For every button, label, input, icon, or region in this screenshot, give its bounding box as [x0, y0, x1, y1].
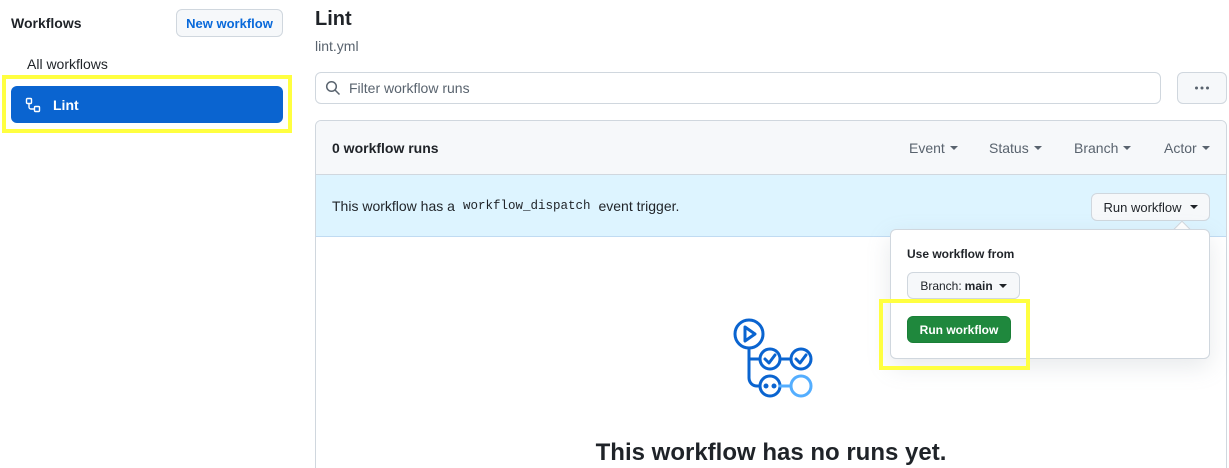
sidebar-item-lint[interactable]: Lint: [11, 86, 283, 123]
caret-down-icon: [949, 146, 958, 150]
run-workflow-dropdown-label: Run workflow: [1103, 199, 1182, 215]
banner-text: This workflow has a workflow_dispatch ev…: [332, 198, 679, 214]
caret-down-icon: [1123, 146, 1132, 150]
branch-filter[interactable]: Branch: [1074, 140, 1132, 156]
event-filter-label: Event: [909, 140, 945, 156]
page-title: Lint: [315, 8, 352, 30]
actor-filter-label: Actor: [1164, 140, 1197, 156]
branch-value: main: [964, 278, 993, 293]
caret-down-icon: [1201, 146, 1210, 150]
banner-text-before: This workflow has a: [332, 198, 455, 214]
filter-runs-input[interactable]: [349, 80, 1129, 96]
runs-header: 0 workflow runs Event Status Branch Acto…: [316, 121, 1226, 175]
search-icon: [325, 80, 341, 96]
actions-workflow-illustration-icon: [733, 318, 813, 398]
sidebar-title: Workflows: [11, 15, 82, 31]
dispatch-banner: This workflow has a workflow_dispatch ev…: [316, 175, 1226, 237]
workflow-filename[interactable]: lint.yml: [315, 38, 359, 54]
branch-prefix: Branch:: [920, 278, 962, 293]
filter-box[interactable]: [315, 72, 1161, 104]
status-filter-label: Status: [989, 140, 1029, 156]
caret-down-icon: [1033, 146, 1042, 150]
branch-select-button[interactable]: Branch: main: [907, 272, 1020, 299]
branch-filter-label: Branch: [1074, 140, 1119, 156]
actor-filter[interactable]: Actor: [1164, 140, 1210, 156]
workflow-icon: [25, 97, 41, 112]
more-options-button[interactable]: [1177, 72, 1227, 104]
caret-down-icon: [1189, 205, 1198, 209]
sidebar-item-all-workflows[interactable]: All workflows: [27, 56, 108, 72]
empty-state-title: This workflow has no runs yet.: [595, 439, 947, 466]
new-workflow-button[interactable]: New workflow: [176, 9, 283, 37]
kebab-horizontal-icon: [1195, 86, 1209, 90]
run-workflow-dropdown-button[interactable]: Run workflow: [1091, 193, 1210, 221]
use-workflow-from-label: Use workflow from: [907, 247, 1015, 261]
status-filter[interactable]: Status: [989, 140, 1042, 156]
caret-down-icon: [998, 283, 1007, 288]
banner-code: workflow_dispatch: [462, 199, 591, 213]
run-workflow-button[interactable]: Run workflow: [907, 316, 1011, 343]
runs-count: 0 workflow runs: [332, 140, 439, 156]
banner-text-after: event trigger.: [598, 198, 680, 214]
event-filter[interactable]: Event: [909, 140, 958, 156]
sidebar-item-label: Lint: [53, 96, 79, 113]
